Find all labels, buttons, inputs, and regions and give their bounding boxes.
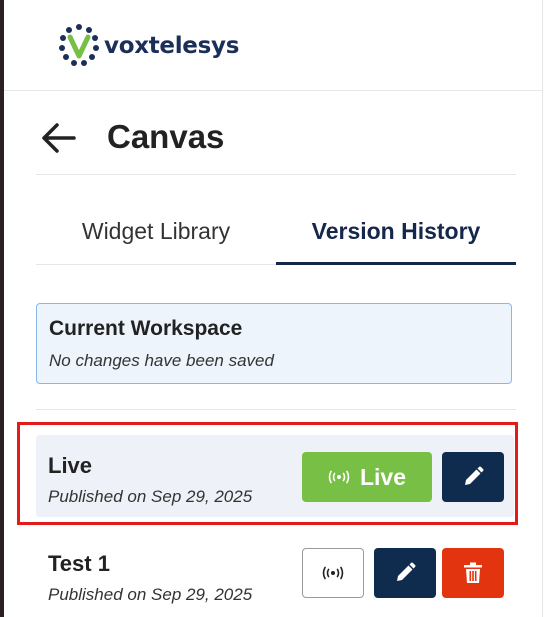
workspace-title: Current Workspace <box>49 317 243 340</box>
logo-mark-icon <box>56 23 102 69</box>
back-button[interactable] <box>40 120 80 156</box>
publish-live-button[interactable] <box>302 548 364 598</box>
workspace-status: No changes have been saved <box>49 351 274 370</box>
pencil-icon <box>397 562 416 581</box>
canvas-side-panel: voxtelesys Canvas Widget Library Version… <box>4 0 542 617</box>
tab-version-history[interactable]: Version History <box>276 200 516 265</box>
broadcast-icon <box>322 566 344 580</box>
version-name: Test 1 <box>48 551 110 576</box>
panel-tabs: Widget Library Version History <box>36 200 516 265</box>
delete-version-button[interactable] <box>442 548 504 598</box>
page-titlebar: Canvas <box>36 110 516 175</box>
arrow-left-icon <box>42 123 76 153</box>
trash-icon <box>464 562 482 583</box>
panel-border <box>542 0 543 617</box>
current-workspace-card[interactable]: Current Workspace No changes have been s… <box>36 303 512 384</box>
version-row-test-1[interactable]: Test 1 Published on Sep 29, 2025 <box>36 533 514 615</box>
page-title: Canvas <box>107 118 225 155</box>
brand-name: voxtelesys <box>104 33 240 59</box>
version-published-date: Published on Sep 29, 2025 <box>48 585 253 604</box>
section-divider <box>36 409 516 410</box>
brand-logo: voxtelesys <box>56 24 239 68</box>
tab-widget-library[interactable]: Widget Library <box>36 200 276 262</box>
selection-highlight <box>17 422 518 525</box>
edit-version-button[interactable] <box>374 548 436 598</box>
panel-header: voxtelesys <box>4 0 542 91</box>
